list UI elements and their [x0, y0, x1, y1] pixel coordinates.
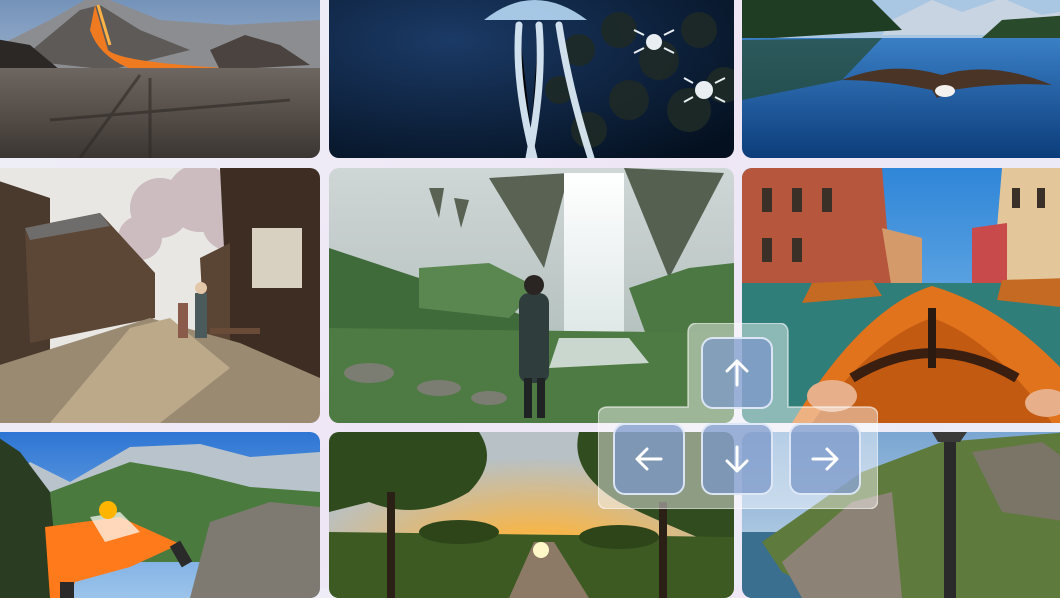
arrow-up-icon	[725, 359, 749, 387]
arrow-right-key[interactable]	[789, 423, 861, 495]
video-tile-japanese-street[interactable]	[0, 168, 320, 423]
video-tile-wingsuit[interactable]	[0, 432, 320, 598]
arrow-down-icon	[725, 445, 749, 473]
jellyfish-image	[329, 0, 734, 158]
video-tile-eagle-lake[interactable]	[742, 0, 1060, 158]
arrow-right-icon	[811, 447, 839, 471]
arrow-left-key[interactable]	[613, 423, 685, 495]
japanese-street-image	[0, 168, 320, 423]
arrow-down-key[interactable]	[701, 423, 773, 495]
video-tile-volcano[interactable]	[0, 0, 320, 158]
wingsuit-image	[0, 432, 320, 598]
arrow-keys-overlay	[598, 323, 878, 509]
arrow-up-key[interactable]	[701, 337, 773, 409]
volcano-image	[0, 0, 320, 158]
arrow-left-icon	[635, 447, 663, 471]
video-tile-jellyfish[interactable]	[329, 0, 734, 158]
eagle-lake-image	[742, 0, 1060, 158]
